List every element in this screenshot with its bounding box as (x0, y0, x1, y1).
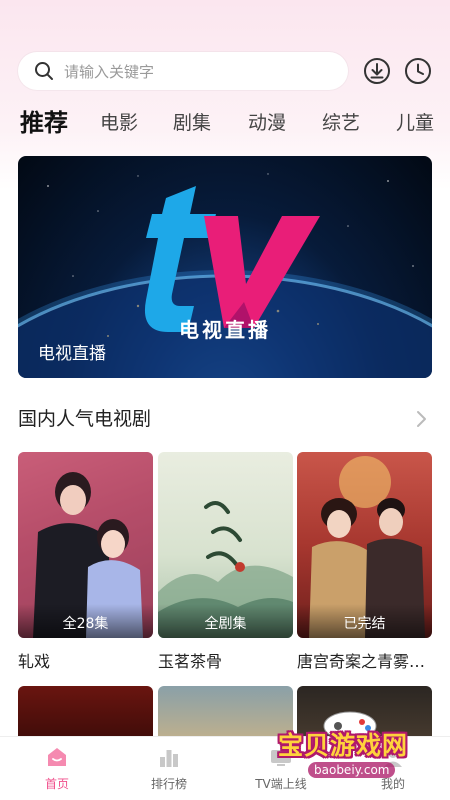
card-title: 玉茗茶骨 (158, 652, 223, 671)
poster-image: 全28集 (18, 452, 153, 638)
tab-series[interactable]: 剧集 (173, 106, 211, 140)
bar-chart-icon (160, 750, 178, 767)
nav-home[interactable]: 首页 (12, 745, 102, 792)
section-header: 国内人气电视剧 (18, 404, 432, 434)
card-title: 唐宫奇案之青雾… (297, 652, 426, 671)
card-title: 轧戏 (18, 652, 51, 671)
download-icon[interactable] (363, 57, 391, 85)
drama-card[interactable]: 全28集 轧戏 (18, 452, 153, 672)
category-tabs: 推荐 电影 剧集 动漫 综艺 儿童 (20, 106, 440, 140)
clock-icon[interactable] (404, 57, 432, 85)
nav-label: 排行榜 (150, 777, 187, 791)
search-placeholder: 请输入关键字 (64, 62, 155, 81)
search-input[interactable]: 请输入关键字 (18, 52, 348, 90)
nav-label: 首页 (44, 777, 69, 791)
episode-badge: 已完结 (297, 604, 432, 638)
banner-caption: 电视直播 (38, 344, 106, 364)
episode-badge: 全28集 (18, 604, 153, 638)
tab-anime[interactable]: 动漫 (248, 106, 286, 140)
watermark-text: 宝贝游戏网 (278, 731, 409, 760)
chevron-right-icon[interactable] (412, 409, 430, 429)
watermark-logo: 宝贝游戏网 baobeiy.com (268, 706, 448, 782)
drama-card[interactable]: 已完结 唐宫奇案之青雾… (297, 452, 432, 672)
poster-image: 已完结 (297, 452, 432, 638)
tab-variety[interactable]: 综艺 (322, 106, 360, 140)
nav-ranking[interactable]: 排行榜 (124, 745, 214, 792)
search-row: 请输入关键字 (18, 52, 438, 90)
tab-kids[interactable]: 儿童 (396, 106, 434, 140)
tab-movies[interactable]: 电影 (100, 106, 138, 140)
live-tv-banner[interactable]: 电视直播 电视直播 (18, 156, 432, 378)
section-title: 国内人气电视剧 (18, 408, 152, 430)
home-icon (48, 748, 66, 766)
poster-image: 全剧集 (158, 452, 293, 638)
episode-badge: 全剧集 (158, 604, 293, 638)
tab-recommend[interactable]: 推荐 (20, 106, 68, 140)
drama-card[interactable]: 全剧集 玉茗茶骨 (158, 452, 293, 672)
search-icon (35, 62, 53, 80)
watermark-url: baobeiy.com (308, 762, 396, 778)
